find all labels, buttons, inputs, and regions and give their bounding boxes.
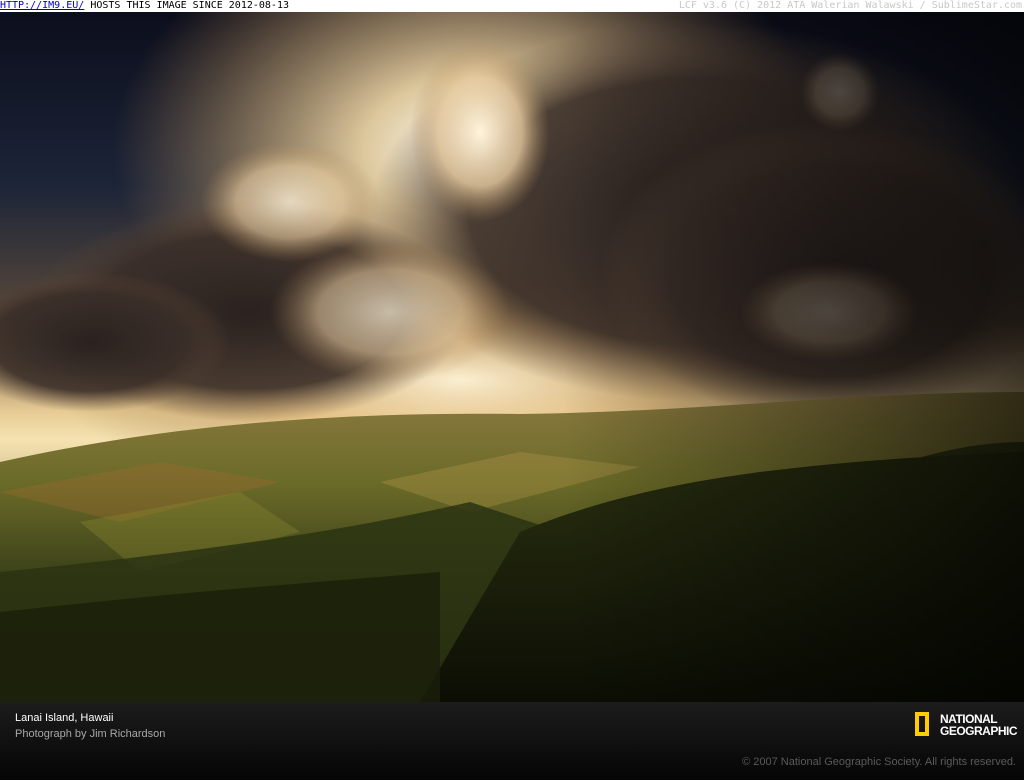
copyright-notice: © 2007 National Geographic Society. All … <box>742 756 1016 768</box>
logo-line2: GEOGRAPHIC <box>940 724 1018 738</box>
landscape-illustration <box>0 12 1024 702</box>
photo-title: Lanai Island, Hawaii <box>15 712 114 724</box>
im9-link[interactable]: HTTP://IM9.EU/ <box>0 0 84 11</box>
yellow-border-icon <box>915 712 929 736</box>
hosting-banner: HTTP://IM9.EU/ HOSTS THIS IMAGE SINCE 20… <box>0 0 1024 12</box>
hosting-text: HTTP://IM9.EU/ HOSTS THIS IMAGE SINCE 20… <box>0 0 289 12</box>
hosts-since-text: HOSTS THIS IMAGE SINCE 2012-08-13 <box>84 0 289 11</box>
logo-wordmark: NATIONAL GEOGRAPHIC <box>940 713 1018 738</box>
credits-text: LCF v3.6 (C) 2012 ATA Walerian Walawski … <box>678 0 1022 11</box>
caption-bar: Lanai Island, Hawaii Photograph by Jim R… <box>0 702 1024 780</box>
photo-credit: Photograph by Jim Richardson <box>15 728 166 740</box>
landscape-photo <box>0 12 1024 702</box>
national-geographic-logo: NATIONAL GEOGRAPHIC <box>915 712 1019 742</box>
